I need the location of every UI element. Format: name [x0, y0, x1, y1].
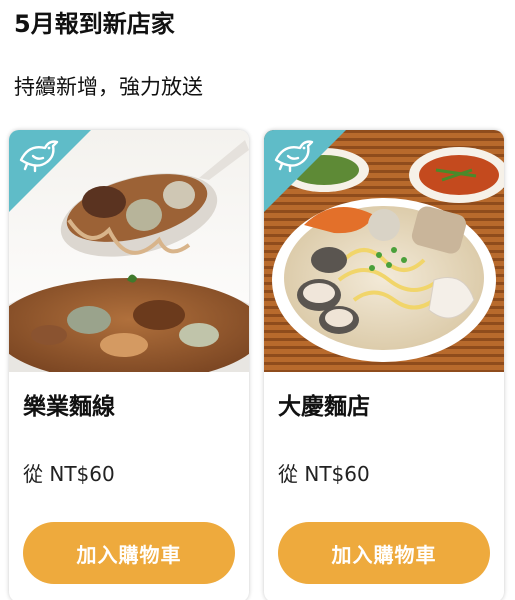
store-name[interactable]: 大慶麵店	[278, 392, 370, 422]
store-card-2[interactable]: 大慶麵店 從 NT$60 加入購物車	[264, 130, 504, 600]
add-to-cart-button[interactable]: 加入購物車	[23, 522, 235, 584]
corner-ribbon	[264, 130, 346, 212]
store-photo-seafood-noodles[interactable]	[264, 130, 504, 372]
add-to-cart-button[interactable]: 加入購物車	[278, 522, 490, 584]
section-subtitle: 持續新增，強力放送	[14, 75, 203, 99]
store-card-1[interactable]: 樂業麵線 從 NT$60 加入購物車	[9, 130, 249, 600]
store-price: 從 NT$60	[278, 462, 370, 486]
store-price: 從 NT$60	[23, 462, 115, 486]
corner-ribbon	[9, 130, 91, 212]
store-photo-oyster-vermicelli[interactable]	[9, 130, 249, 372]
section-title: 5月報到新店家	[14, 10, 175, 38]
store-name[interactable]: 樂業麵線	[23, 392, 115, 422]
